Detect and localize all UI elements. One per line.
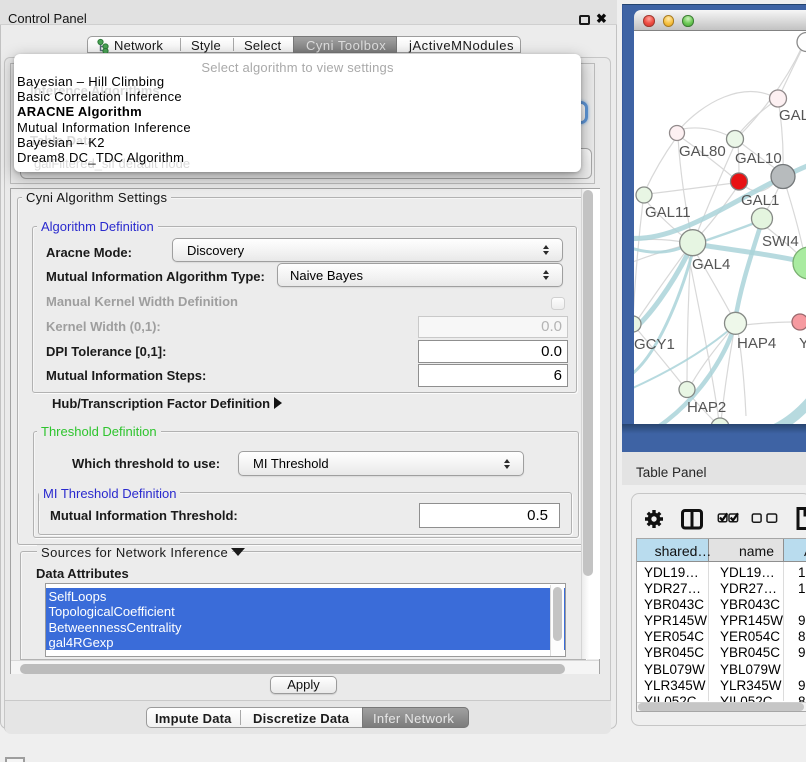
svg-text:SWI4: SWI4	[762, 233, 799, 250]
svg-text:GAL4: GAL4	[692, 256, 730, 273]
svg-text:HAP4: HAP4	[737, 335, 776, 352]
svg-text:GAL: GAL	[779, 107, 806, 124]
svg-text:GAL80: GAL80	[679, 143, 726, 160]
svg-text:GAL1: GAL1	[741, 192, 779, 209]
svg-text:Y: Y	[799, 335, 806, 352]
svg-text:GCY1: GCY1	[634, 336, 675, 353]
svg-text:HAP2: HAP2	[687, 399, 726, 416]
svg-text:GAL10: GAL10	[735, 150, 782, 167]
svg-text:GAL11: GAL11	[645, 204, 691, 221]
